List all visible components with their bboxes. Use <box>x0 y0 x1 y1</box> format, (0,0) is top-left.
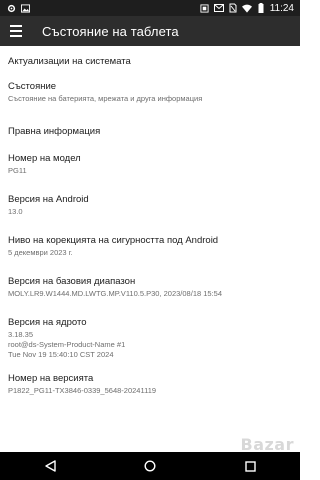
screenshot-icon <box>200 3 210 13</box>
page-title: Състояние на таблета <box>42 23 179 39</box>
navigation-bar <box>0 452 300 480</box>
item-title: Номер на версията <box>8 373 94 384</box>
item-title: Номер на модел <box>8 153 81 164</box>
item-title: Правна информация <box>8 126 101 137</box>
list-item-security-patch[interactable]: Ниво на корекцията на сигурността под An… <box>0 228 300 269</box>
item-subtitle: P1822_PG11-TX3846-0339_5648-20241119 <box>8 386 157 395</box>
image-icon <box>20 3 30 13</box>
list-item-system-updates[interactable]: Актуализации на системата <box>0 46 300 75</box>
gear-icon <box>6 3 16 13</box>
list-item-kernel-version[interactable]: Версия на ядрото 3.18.35 root@ds-System-… <box>0 310 300 366</box>
list-item-android-version[interactable]: Версия на Android 13.0 <box>0 187 300 228</box>
item-subtitle-line: root@ds-System-Product-Name #1 <box>8 340 126 349</box>
list-item-baseband-version[interactable]: Версия на базовия диапазон MOLY.LR9.W144… <box>0 269 300 310</box>
item-subtitle: 5 декември 2023 г. <box>8 248 73 257</box>
no-sim-icon <box>228 3 238 13</box>
item-title: Версия на базовия диапазон <box>8 276 136 287</box>
status-time: 11:24 <box>269 2 294 14</box>
wifi-icon <box>241 3 252 13</box>
item-subtitle-line: 3.18.35 <box>8 330 34 339</box>
list-item-status[interactable]: Състояние Състояние на батерията, мрежат… <box>0 75 300 117</box>
back-triangle-icon[interactable] <box>35 452 65 480</box>
item-title: Актуализации на системата <box>8 56 131 67</box>
item-title: Версия на ядрото <box>8 317 87 328</box>
list-item-model-number[interactable]: Номер на модел PG11 <box>0 146 300 187</box>
list-item-legal-info[interactable]: Правна информация <box>0 117 300 146</box>
item-title: Версия на Android <box>8 194 89 205</box>
battery-icon <box>256 3 266 13</box>
settings-list: Актуализации на системата Състояние Съст… <box>0 46 300 406</box>
app-toolbar: Състояние на таблета <box>0 16 300 46</box>
list-item-build-number[interactable]: Номер на версията P1822_PG11-TX3846-0339… <box>0 366 300 406</box>
home-circle-icon[interactable] <box>135 452 165 480</box>
recents-square-icon[interactable] <box>235 452 265 480</box>
item-subtitle-line: Tue Nov 19 15:40:10 CST 2024 <box>8 350 114 359</box>
status-bar: 11:24 <box>0 0 300 16</box>
item-subtitle: 13.0 <box>8 207 23 216</box>
item-title: Състояние <box>8 81 57 92</box>
hamburger-menu-icon[interactable] <box>8 21 28 41</box>
item-subtitle: PG11 <box>8 166 27 175</box>
item-title: Ниво на корекцията на сигурността под An… <box>8 235 219 246</box>
item-subtitle: Състояние на батерията, мрежата и друга … <box>8 94 203 103</box>
item-subtitle: MOLY.LR9.W1444.MD.LWTG.MP.V110.5.P30, 20… <box>8 289 223 298</box>
mail-icon <box>213 3 224 13</box>
